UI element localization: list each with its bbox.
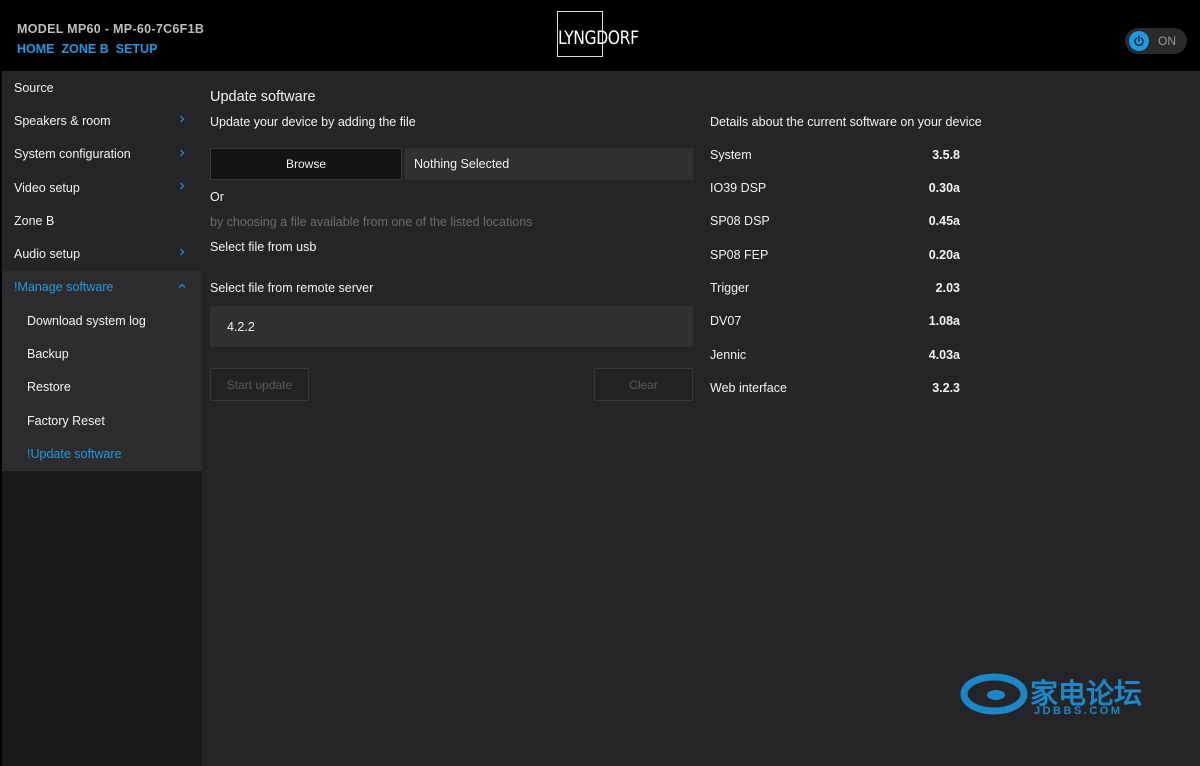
sidebar-subitem-factory-reset[interactable]: Factory Reset xyxy=(2,403,202,438)
top-nav: HOME ZONE B SETUP xyxy=(17,42,157,56)
sidebar-item-label: !Manage software xyxy=(14,280,114,295)
nav-home[interactable]: HOME xyxy=(17,42,55,56)
component-name: SP08 FEP xyxy=(710,248,769,262)
sidebar-item-label: Speakers & room xyxy=(14,113,111,128)
watermark-en: JDBBS.COM xyxy=(1034,705,1123,717)
sidebar-item-speakers-room[interactable]: Speakers & room xyxy=(2,104,202,138)
power-toggle[interactable]: ON xyxy=(1125,28,1187,54)
sidebar-item-audio-setup[interactable]: Audio setup xyxy=(2,237,202,271)
sidebar-item-source[interactable]: Source xyxy=(2,71,202,105)
component-version: 0.20a xyxy=(928,248,960,262)
sidebar-item-label: Source xyxy=(14,80,54,95)
browse-button[interactable]: Browse xyxy=(210,148,402,180)
power-label: ON xyxy=(1158,34,1176,48)
version-row: Trigger 2.03 xyxy=(710,281,960,301)
sidebar-item-manage-software[interactable]: !Manage software xyxy=(2,270,202,305)
nav-setup[interactable]: SETUP xyxy=(116,42,158,56)
component-name: SP08 DSP xyxy=(710,214,770,228)
nav-zone-b[interactable]: ZONE B xyxy=(62,42,109,56)
power-icon xyxy=(1129,31,1149,51)
chevron-up-icon xyxy=(178,283,186,288)
version-row: SP08 FEP 0.20a xyxy=(710,248,960,268)
component-name: Trigger xyxy=(710,281,750,295)
sidebar-item-label: Zone B xyxy=(14,213,55,228)
forum-watermark: 家电论坛 JDBBS.COM xyxy=(960,672,1160,722)
component-version: 0.45a xyxy=(928,214,960,228)
page-title: Update software xyxy=(210,89,316,105)
top-header: MODEL MP60 - MP-60-7C6F1B HOME ZONE B SE… xyxy=(0,0,1200,70)
brand-logo: LYNGDORF xyxy=(557,11,647,57)
sidebar-subitem-update-software[interactable]: !Update software xyxy=(2,437,202,471)
sidebar-item-zone-b[interactable]: Zone B xyxy=(2,204,202,238)
sidebar: Source Speakers & room System configurat… xyxy=(2,71,202,766)
version-row: SP08 DSP 0.45a xyxy=(710,214,960,234)
chevron-right-icon xyxy=(180,115,185,123)
component-name: IO39 DSP xyxy=(710,181,767,195)
version-row: Web interface 3.2.3 xyxy=(710,381,960,401)
or-label: Or xyxy=(210,190,224,204)
main-panel: Update software Update your device by ad… xyxy=(202,71,1200,766)
sidebar-item-system-configuration[interactable]: System configuration xyxy=(2,137,202,171)
component-version: 3.5.8 xyxy=(932,148,960,162)
details-title: Details about the current software on yo… xyxy=(710,115,982,129)
remote-file-option[interactable]: 4.2.2 xyxy=(210,306,693,347)
component-version: 3.2.3 xyxy=(932,381,960,395)
version-row: DV07 1.08a xyxy=(710,314,960,334)
device-model: MODEL MP60 - MP-60-7C6F1B xyxy=(17,22,205,36)
select-remote-label: Select file from remote server xyxy=(210,281,374,295)
sidebar-item-label: Audio setup xyxy=(14,247,81,262)
start-update-button[interactable]: Start update xyxy=(210,368,309,401)
sidebar-subitem-download-system-log[interactable]: Download system log xyxy=(2,304,202,338)
component-version: 0.30a xyxy=(928,181,960,195)
update-subtitle: Update your device by adding the file xyxy=(210,115,416,129)
sidebar-item-video-setup[interactable]: Video setup xyxy=(2,170,202,205)
clear-button[interactable]: Clear xyxy=(594,368,693,401)
location-hint: by choosing a file available from one of… xyxy=(210,215,533,229)
component-name: Jennic xyxy=(710,348,747,362)
chevron-right-icon xyxy=(180,182,185,190)
sidebar-subitem-restore[interactable]: Restore xyxy=(2,370,202,404)
version-row: Jennic 4.03a xyxy=(710,348,960,368)
selected-file-field: Nothing Selected xyxy=(405,148,693,180)
select-usb-label[interactable]: Select file from usb xyxy=(210,240,316,254)
chevron-right-icon xyxy=(180,249,185,256)
version-row: System 3.5.8 xyxy=(710,148,960,168)
component-version: 2.03 xyxy=(935,281,960,295)
component-name: DV07 xyxy=(710,314,742,328)
chevron-right-icon xyxy=(180,149,185,157)
logo-text: LYNGDORF xyxy=(558,27,639,49)
sidebar-item-label: System configuration xyxy=(14,147,131,162)
watermark-logo-icon xyxy=(960,673,1028,715)
component-name: Web interface xyxy=(710,381,787,395)
component-name: System xyxy=(710,148,752,162)
version-row: IO39 DSP 0.30a xyxy=(710,181,960,201)
component-version: 4.03a xyxy=(928,348,960,362)
sidebar-subitem-backup[interactable]: Backup xyxy=(2,337,202,371)
sidebar-item-label: Video setup xyxy=(14,180,80,195)
component-version: 1.08a xyxy=(928,314,960,328)
